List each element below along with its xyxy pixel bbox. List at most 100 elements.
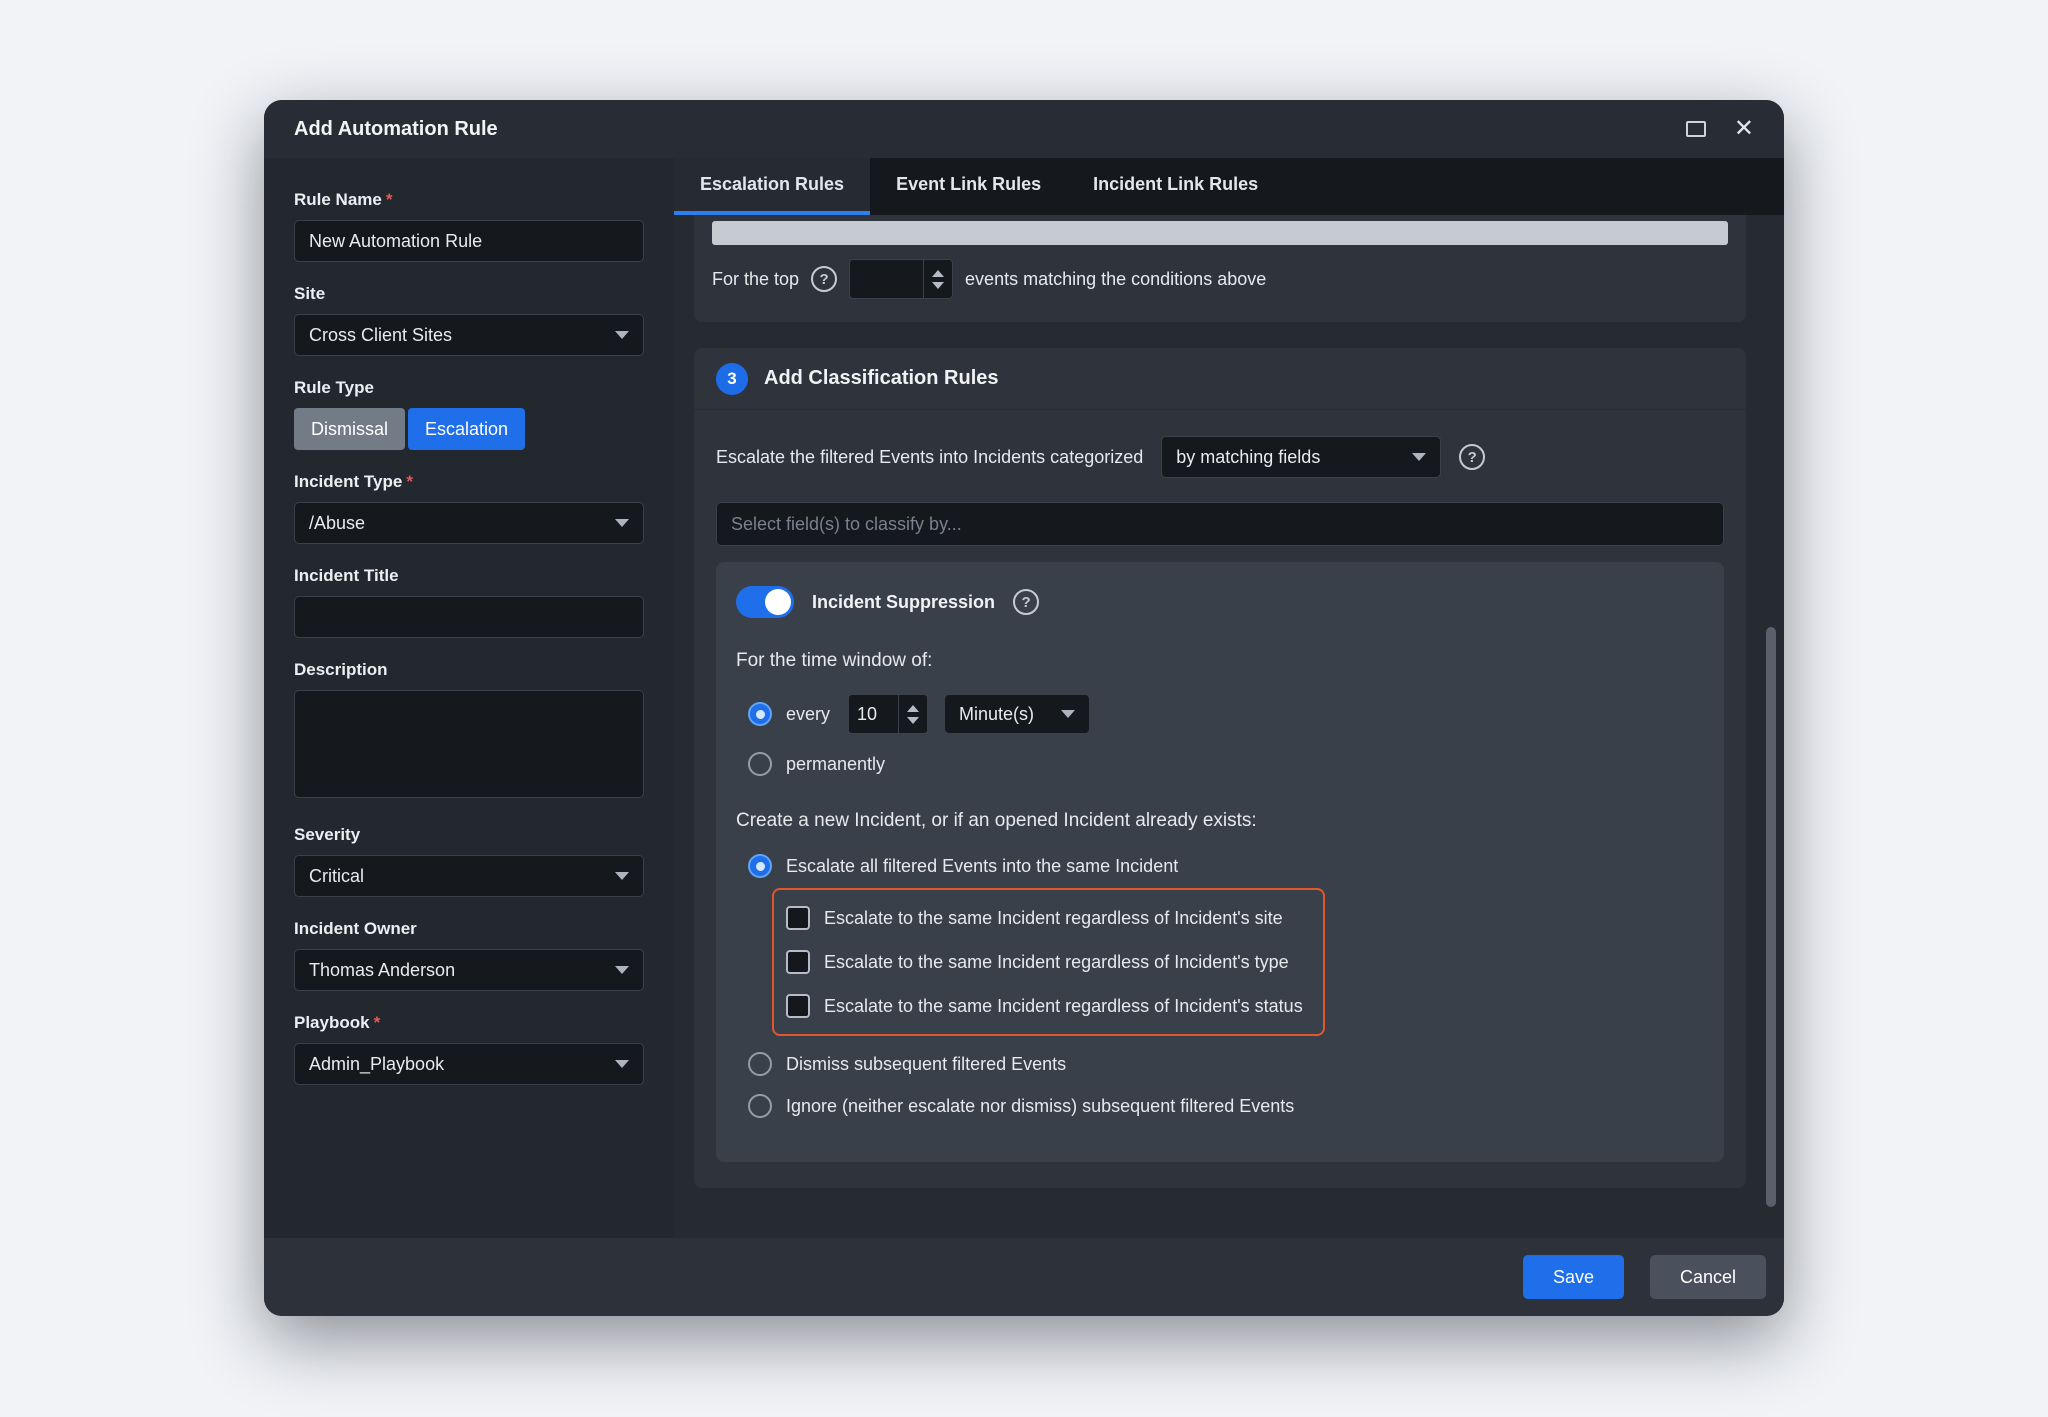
- classify-fields-input[interactable]: [716, 502, 1724, 546]
- description-field: Description: [294, 660, 644, 803]
- label-text: Playbook: [294, 1013, 370, 1032]
- site-select[interactable]: Cross Client Sites: [294, 314, 644, 356]
- severity-select[interactable]: Critical: [294, 855, 644, 897]
- radio-every-label: every: [786, 704, 830, 725]
- checkbox-regardless-type[interactable]: [786, 950, 810, 974]
- incident-type-field: Incident Type* /Abuse: [294, 472, 644, 544]
- categorized-by-value: by matching fields: [1176, 447, 1320, 468]
- rules-tabbar: Escalation Rules Event Link Rules Incide…: [674, 158, 1784, 215]
- help-icon[interactable]: ?: [1459, 444, 1485, 470]
- incident-type-label: Incident Type*: [294, 472, 644, 492]
- description-textarea[interactable]: [294, 690, 644, 798]
- incident-type-select-value: /Abuse: [309, 513, 365, 534]
- site-label: Site: [294, 284, 644, 304]
- radio-dismiss[interactable]: [748, 1052, 772, 1076]
- tab-event-link-rules[interactable]: Event Link Rules: [870, 158, 1067, 215]
- rule-type-segmented: Dismissal Escalation: [294, 408, 644, 450]
- chevron-down-icon: [615, 966, 629, 974]
- tab-incident-link-rules[interactable]: Incident Link Rules: [1067, 158, 1284, 215]
- incident-type-select[interactable]: /Abuse: [294, 502, 644, 544]
- stepper-up-icon[interactable]: [907, 705, 919, 712]
- rule-type-dismissal-button[interactable]: Dismissal: [294, 408, 405, 450]
- events-matching-text: events matching the conditions above: [965, 269, 1266, 290]
- every-value-stepper[interactable]: [848, 694, 928, 734]
- radio-ignore[interactable]: [748, 1094, 772, 1118]
- maximize-icon[interactable]: [1686, 121, 1706, 137]
- help-icon[interactable]: ?: [1013, 589, 1039, 615]
- rule-type-label: Rule Type: [294, 378, 644, 398]
- categorized-row: Escalate the filtered Events into Incide…: [716, 436, 1724, 478]
- checkbox-row-regardless-site[interactable]: Escalate to the same Incident regardless…: [786, 896, 1303, 940]
- incident-owner-label: Incident Owner: [294, 919, 644, 939]
- stepper-down-icon[interactable]: [907, 717, 919, 724]
- chevron-down-icon: [615, 872, 629, 880]
- rule-type-escalation-button[interactable]: Escalation: [408, 408, 525, 450]
- checkbox-regardless-site[interactable]: [786, 906, 810, 930]
- severity-label: Severity: [294, 825, 644, 845]
- radio-every[interactable]: [748, 702, 772, 726]
- save-button[interactable]: Save: [1523, 1255, 1624, 1299]
- radio-ignore-label: Ignore (neither escalate nor dismiss) su…: [786, 1096, 1294, 1117]
- radio-permanently[interactable]: [748, 752, 772, 776]
- top-count-stepper[interactable]: [849, 259, 953, 299]
- incident-title-field: Incident Title: [294, 566, 644, 638]
- checkbox-row-regardless-type[interactable]: Escalate to the same Incident regardless…: [786, 940, 1303, 984]
- categorized-by-select[interactable]: by matching fields: [1161, 436, 1441, 478]
- rule-form-sidebar: Rule Name* Site Cross Client Sites Rule …: [264, 158, 674, 1238]
- site-select-value: Cross Client Sites: [309, 325, 452, 346]
- rule-name-input[interactable]: [294, 220, 644, 262]
- help-glyph: ?: [819, 271, 828, 288]
- tab-escalation-rules[interactable]: Escalation Rules: [674, 158, 870, 215]
- modal-footer: Save Cancel: [264, 1238, 1784, 1316]
- incident-owner-select-value: Thomas Anderson: [309, 960, 455, 981]
- help-icon[interactable]: ?: [811, 266, 837, 292]
- chevron-down-icon: [615, 519, 629, 527]
- rules-scroll-region: For the top ? events matching the condit…: [674, 215, 1784, 1238]
- checkbox-regardless-status[interactable]: [786, 994, 810, 1018]
- close-icon[interactable]: ✕: [1734, 117, 1754, 141]
- create-incident-label: Create a new Incident, or if an opened I…: [736, 810, 1698, 832]
- vertical-scrollbar[interactable]: [1766, 627, 1776, 1207]
- incident-suppression-panel: Incident Suppression ? For the time wind…: [716, 562, 1724, 1162]
- for-the-top-text: For the top: [712, 269, 799, 290]
- label-text: Rule Name: [294, 190, 382, 209]
- classification-panel-title: Add Classification Rules: [764, 367, 999, 390]
- step-number-badge: 3: [716, 363, 748, 395]
- categorized-text: Escalate the filtered Events into Incide…: [716, 447, 1143, 468]
- chevron-down-icon: [615, 331, 629, 339]
- radio-row-permanently[interactable]: permanently: [748, 752, 1698, 776]
- every-value-input[interactable]: [849, 704, 898, 725]
- modal-body: Rule Name* Site Cross Client Sites Rule …: [264, 158, 1784, 1238]
- radio-row-every[interactable]: every Minute(s): [748, 694, 1698, 734]
- playbook-select-value: Admin_Playbook: [309, 1054, 444, 1075]
- checkbox-label: Escalate to the same Incident regardless…: [824, 952, 1289, 973]
- top-count-input[interactable]: [850, 269, 923, 290]
- required-asterisk: *: [386, 190, 393, 209]
- truncated-scrolled-control: [712, 221, 1728, 245]
- stepper-up-icon[interactable]: [932, 270, 944, 277]
- incident-owner-select[interactable]: Thomas Anderson: [294, 949, 644, 991]
- severity-field: Severity Critical: [294, 825, 644, 897]
- time-window-label: For the time window of:: [736, 650, 1698, 672]
- suppression-toggle-row: Incident Suppression ?: [736, 586, 1698, 618]
- regardless-options-group: Escalate to the same Incident regardless…: [772, 888, 1325, 1036]
- stepper-down-icon[interactable]: [932, 282, 944, 289]
- time-unit-select[interactable]: Minute(s): [944, 694, 1090, 734]
- cancel-button[interactable]: Cancel: [1650, 1255, 1766, 1299]
- severity-select-value: Critical: [309, 866, 364, 887]
- radio-row-dismiss[interactable]: Dismiss subsequent filtered Events: [748, 1052, 1698, 1076]
- radio-escalate-same[interactable]: [748, 854, 772, 878]
- help-glyph: ?: [1021, 594, 1030, 611]
- modal-header: Add Automation Rule ✕: [264, 100, 1784, 158]
- classification-panel-header: 3 Add Classification Rules: [694, 348, 1746, 410]
- playbook-select[interactable]: Admin_Playbook: [294, 1043, 644, 1085]
- incident-title-input[interactable]: [294, 596, 644, 638]
- stepper-arrows: [898, 695, 927, 733]
- radio-permanently-label: permanently: [786, 754, 885, 775]
- radio-row-ignore[interactable]: Ignore (neither escalate nor dismiss) su…: [748, 1094, 1698, 1118]
- checkbox-row-regardless-status[interactable]: Escalate to the same Incident regardless…: [786, 984, 1303, 1028]
- suppression-title: Incident Suppression: [812, 592, 995, 613]
- checkbox-label: Escalate to the same Incident regardless…: [824, 996, 1303, 1017]
- radio-row-escalate-same[interactable]: Escalate all filtered Events into the sa…: [748, 854, 1698, 878]
- incident-suppression-toggle[interactable]: [736, 586, 794, 618]
